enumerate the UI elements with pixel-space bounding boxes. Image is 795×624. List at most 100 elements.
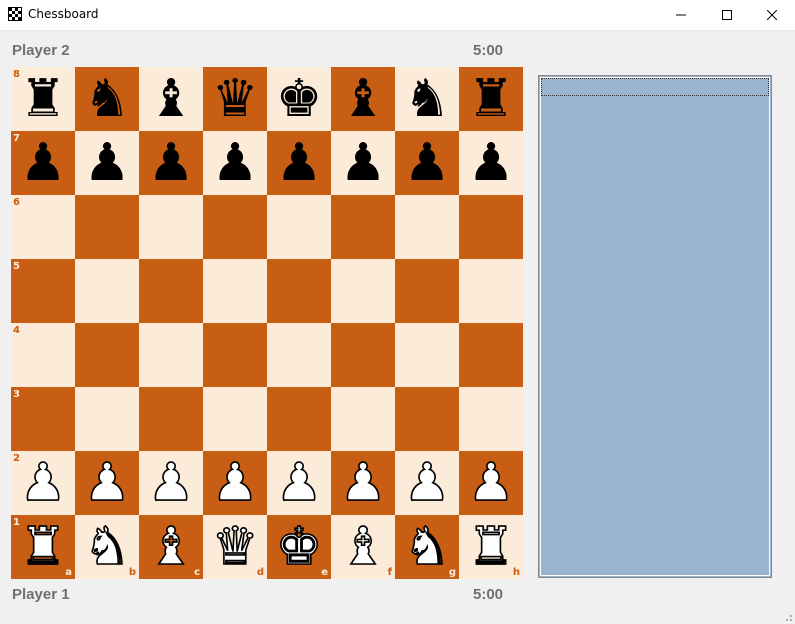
- square-a4[interactable]: 4: [11, 323, 75, 387]
- black-rook-icon[interactable]: ♜: [459, 67, 523, 131]
- white-pawn-icon[interactable]: ♟: [395, 451, 459, 515]
- square-g5[interactable]: [395, 259, 459, 323]
- square-e7[interactable]: ♟: [267, 131, 331, 195]
- maximize-button[interactable]: [704, 0, 750, 30]
- square-b3[interactable]: [75, 387, 139, 451]
- square-f7[interactable]: ♟: [331, 131, 395, 195]
- square-g8[interactable]: ♞: [395, 67, 459, 131]
- square-g7[interactable]: ♟: [395, 131, 459, 195]
- square-h6[interactable]: [459, 195, 523, 259]
- square-h2[interactable]: ♟: [459, 451, 523, 515]
- black-pawn-icon[interactable]: ♟: [203, 131, 267, 195]
- black-pawn-icon[interactable]: ♟: [395, 131, 459, 195]
- bottom-player-clock: 5:00: [473, 586, 504, 603]
- window-title: Chessboard: [28, 7, 99, 21]
- square-b6[interactable]: [75, 195, 139, 259]
- move-list-selected-row[interactable]: [541, 78, 769, 96]
- square-f1[interactable]: ♝ f: [331, 515, 395, 579]
- chessboard[interactable]: ♜ 8 ♞ ♝ ♛ ♚ ♝ ♞ ♜ ♟ 7 ♟ ♟ ♟ ♟ ♟ ♟ ♟ 6 5 4 3 ♟ 2 ♟ ♟ ♟ ♟ ♟ ♟ ♟ ♜ 1 a ♞ b ♝ c ♛ d…: [11, 67, 523, 579]
- square-h8[interactable]: ♜: [459, 67, 523, 131]
- black-pawn-icon[interactable]: ♟: [11, 131, 75, 195]
- square-b1[interactable]: ♞ b: [75, 515, 139, 579]
- close-button[interactable]: [749, 0, 795, 30]
- square-h3[interactable]: [459, 387, 523, 451]
- square-b5[interactable]: [75, 259, 139, 323]
- file-label: b: [128, 567, 136, 578]
- square-e3[interactable]: [267, 387, 331, 451]
- square-d6[interactable]: [203, 195, 267, 259]
- square-g4[interactable]: [395, 323, 459, 387]
- move-list[interactable]: [538, 75, 772, 578]
- black-king-icon[interactable]: ♚: [267, 67, 331, 131]
- square-a5[interactable]: 5: [11, 259, 75, 323]
- square-h5[interactable]: [459, 259, 523, 323]
- square-a8[interactable]: ♜ 8: [11, 67, 75, 131]
- square-f3[interactable]: [331, 387, 395, 451]
- white-pawn-icon[interactable]: ♟: [203, 451, 267, 515]
- black-pawn-icon[interactable]: ♟: [331, 131, 395, 195]
- black-pawn-icon[interactable]: ♟: [75, 131, 139, 195]
- white-pawn-icon[interactable]: ♟: [267, 451, 331, 515]
- square-h7[interactable]: ♟: [459, 131, 523, 195]
- black-rook-icon[interactable]: ♜: [11, 67, 75, 131]
- square-e6[interactable]: [267, 195, 331, 259]
- black-queen-icon[interactable]: ♛: [203, 67, 267, 131]
- white-pawn-icon[interactable]: ♟: [331, 451, 395, 515]
- square-g3[interactable]: [395, 387, 459, 451]
- black-pawn-icon[interactable]: ♟: [139, 131, 203, 195]
- square-b2[interactable]: ♟: [75, 451, 139, 515]
- square-g6[interactable]: [395, 195, 459, 259]
- square-a1[interactable]: ♜ 1 a: [11, 515, 75, 579]
- square-c3[interactable]: [139, 387, 203, 451]
- square-h4[interactable]: [459, 323, 523, 387]
- square-a7[interactable]: ♟ 7: [11, 131, 75, 195]
- black-pawn-icon[interactable]: ♟: [459, 131, 523, 195]
- square-e1[interactable]: ♚ e: [267, 515, 331, 579]
- square-c2[interactable]: ♟: [139, 451, 203, 515]
- square-b8[interactable]: ♞: [75, 67, 139, 131]
- black-bishop-icon[interactable]: ♝: [139, 67, 203, 131]
- square-e8[interactable]: ♚: [267, 67, 331, 131]
- square-e4[interactable]: [267, 323, 331, 387]
- black-knight-icon[interactable]: ♞: [395, 67, 459, 131]
- white-pawn-icon[interactable]: ♟: [459, 451, 523, 515]
- square-f6[interactable]: [331, 195, 395, 259]
- square-f5[interactable]: [331, 259, 395, 323]
- square-e2[interactable]: ♟: [267, 451, 331, 515]
- square-g2[interactable]: ♟: [395, 451, 459, 515]
- square-a6[interactable]: 6: [11, 195, 75, 259]
- square-d7[interactable]: ♟: [203, 131, 267, 195]
- square-c6[interactable]: [139, 195, 203, 259]
- resize-grip-icon[interactable]: [783, 612, 793, 622]
- square-e5[interactable]: [267, 259, 331, 323]
- square-a2[interactable]: ♟ 2: [11, 451, 75, 515]
- white-pawn-icon[interactable]: ♟: [139, 451, 203, 515]
- square-d5[interactable]: [203, 259, 267, 323]
- black-knight-icon[interactable]: ♞: [75, 67, 139, 131]
- square-f8[interactable]: ♝: [331, 67, 395, 131]
- square-g1[interactable]: ♞ g: [395, 515, 459, 579]
- white-pawn-icon[interactable]: ♟: [75, 451, 139, 515]
- square-b4[interactable]: [75, 323, 139, 387]
- black-bishop-icon[interactable]: ♝: [331, 67, 395, 131]
- square-d2[interactable]: ♟: [203, 451, 267, 515]
- square-d1[interactable]: ♛ d: [203, 515, 267, 579]
- close-icon: [767, 10, 777, 20]
- square-c7[interactable]: ♟: [139, 131, 203, 195]
- square-d3[interactable]: [203, 387, 267, 451]
- square-c1[interactable]: ♝ c: [139, 515, 203, 579]
- white-pawn-icon[interactable]: ♟: [11, 451, 75, 515]
- square-b7[interactable]: ♟: [75, 131, 139, 195]
- square-d4[interactable]: [203, 323, 267, 387]
- white-bishop-icon[interactable]: ♝: [331, 515, 395, 579]
- square-h1[interactable]: ♜ h: [459, 515, 523, 579]
- square-c4[interactable]: [139, 323, 203, 387]
- square-f4[interactable]: [331, 323, 395, 387]
- square-c5[interactable]: [139, 259, 203, 323]
- square-d8[interactable]: ♛: [203, 67, 267, 131]
- square-f2[interactable]: ♟: [331, 451, 395, 515]
- minimize-button[interactable]: [658, 0, 704, 30]
- square-c8[interactable]: ♝: [139, 67, 203, 131]
- square-a3[interactable]: 3: [11, 387, 75, 451]
- black-pawn-icon[interactable]: ♟: [267, 131, 331, 195]
